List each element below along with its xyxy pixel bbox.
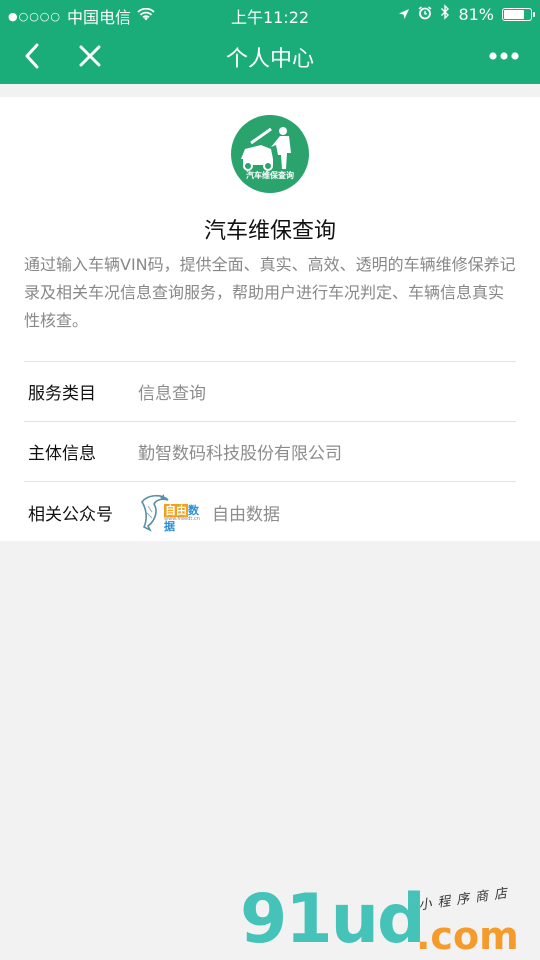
entity-value: 勤智数码科技股份有限公司 [138, 444, 342, 464]
more-dots-icon [489, 52, 519, 60]
battery-percent: 81% [458, 4, 494, 24]
watermark-brand: 91ud [240, 880, 426, 959]
app-name: 汽车维保查询 [203, 219, 336, 244]
app-description: 通过输入车辆VIN码，提供全面、真实、高效、透明的车辆维修保养记录及相关车况信息… [24, 255, 516, 330]
back-button[interactable] [14, 38, 50, 74]
bluetooth-icon [440, 4, 450, 24]
official-account-logo: 自由数据 www.freedt.cn [138, 492, 206, 533]
service-category-value: 信息查询 [138, 384, 206, 404]
info-row-entity: 主体信息 勤智数码科技股份有限公司 [24, 422, 516, 482]
status-bar: ●○○○○ 中国电信 上午11:22 81% [0, 0, 540, 28]
official-account-label: 相关公众号 [28, 504, 113, 525]
location-arrow-icon [398, 5, 410, 24]
entity-label: 主体信息 [28, 444, 96, 464]
official-account-logo-url: www.freedt.cn [164, 516, 200, 522]
close-button[interactable] [72, 38, 108, 74]
official-account-name: 自由数据 [212, 504, 280, 525]
battery-icon [502, 7, 535, 21]
info-row-service-category: 服务类目 信息查询 [24, 362, 516, 422]
more-button[interactable] [486, 38, 522, 74]
app-logo-text: 汽车维保查询 [246, 171, 294, 180]
chevron-left-icon [25, 43, 39, 69]
app-logo: 汽车维保查询 [231, 115, 309, 193]
info-row-official-account[interactable]: 相关公众号 自由数据 www.freedt.cn 自由数据 [24, 482, 516, 542]
watermark-tagline: 小程序商店 [417, 885, 514, 914]
nav-bar: 个人中心 [0, 28, 540, 84]
close-icon [79, 45, 101, 67]
car-repair-icon [241, 127, 291, 171]
info-list: 服务类目 信息查询 主体信息 勤智数码科技股份有限公司 相关公众号 自由数据 w… [24, 361, 516, 542]
official-account-link[interactable]: 自由数据 www.freedt.cn 自由数据 [138, 492, 280, 533]
watermark-logo: 91ud .com 小程序商店 [240, 880, 540, 960]
app-info-card: 汽车维保查询 汽车维保查询 通过输入车辆VIN码，提供全面、真实、高效、透明的车… [0, 97, 540, 541]
alarm-icon [418, 5, 432, 24]
battery-fill [504, 9, 524, 19]
service-category-label: 服务类目 [28, 384, 96, 404]
watermark-domain: .com [416, 914, 519, 958]
status-right: 81% [398, 4, 535, 24]
